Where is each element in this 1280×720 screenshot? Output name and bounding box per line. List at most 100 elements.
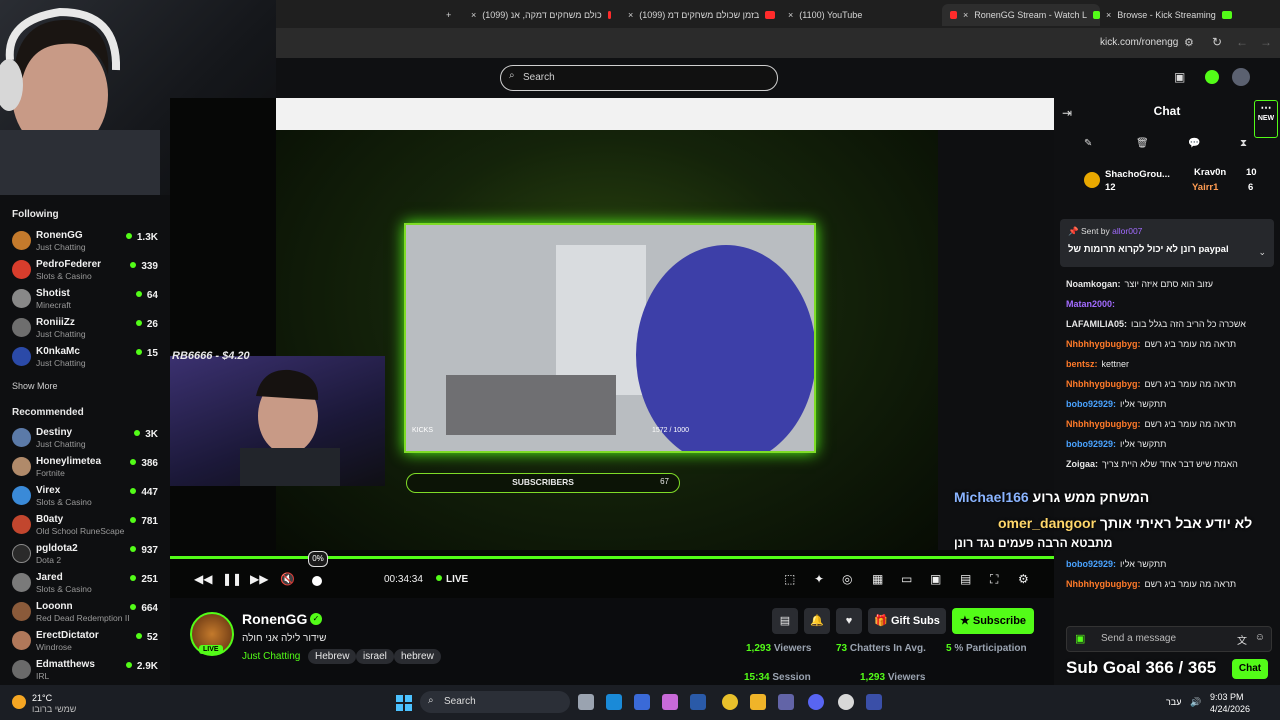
chat-username[interactable]: Nhbhhygbugbyg: bbox=[1066, 419, 1140, 429]
chat-username[interactable]: Zoigaa: bbox=[1066, 459, 1098, 469]
sidebar-item-k0nkamc[interactable]: K0nkaMc Just Chatting 15 bbox=[0, 344, 170, 370]
chat-message[interactable]: Nhbhhygbugbyg: תראה מה עומר ביג רשם bbox=[1066, 419, 1276, 429]
discord-icon[interactable] bbox=[808, 694, 824, 710]
clock-time[interactable]: 9:03 PM bbox=[1210, 692, 1244, 702]
weather-temp[interactable]: 21°C bbox=[32, 693, 52, 703]
sidebar-item-looonn[interactable]: Looonn Red Dead Redemption II 664 bbox=[0, 599, 170, 625]
chat-message[interactable]: LAFAMILIA05: אשכרה כל הריב הזה בגלל בובו bbox=[1066, 319, 1276, 329]
browser-tab-active[interactable]: × RonenGG Stream - Watch L bbox=[942, 4, 1100, 26]
sidebar-item-jared[interactable]: Jared Slots & Casino 251 bbox=[0, 570, 170, 596]
sidebar-item-virex[interactable]: Virex Slots & Casino 447 bbox=[0, 483, 170, 509]
rewind-icon[interactable]: ◀◀ bbox=[194, 572, 212, 586]
chat-username[interactable]: Nhbhhygbugbyg: bbox=[1066, 379, 1140, 389]
back-icon[interactable]: ← bbox=[1236, 35, 1248, 49]
app-icon[interactable] bbox=[690, 694, 706, 710]
weather-icon[interactable] bbox=[12, 695, 26, 709]
show-more-link[interactable]: Show More bbox=[12, 381, 58, 391]
chat-username[interactable]: Nhbhhygbugbyg: bbox=[1066, 339, 1140, 349]
chat-message[interactable]: Noamkogan: עזוב הוא סתם איזה יוצר bbox=[1066, 279, 1276, 289]
task-view-icon[interactable] bbox=[578, 694, 594, 710]
target-icon[interactable]: ◎ bbox=[842, 572, 852, 586]
browser-tab[interactable]: × (1099) בזמן שכולם משחקים דמ bbox=[628, 4, 776, 26]
share-icon[interactable]: ▤ bbox=[772, 608, 798, 634]
subscribe-button[interactable]: ★ Subscribe bbox=[952, 608, 1034, 634]
sidebar-item-edmatthews[interactable]: Edmatthews IRL 2.9K bbox=[0, 657, 170, 683]
pause-icon[interactable]: ❚❚ bbox=[222, 572, 242, 586]
tag-israel[interactable]: israel bbox=[356, 649, 394, 664]
browser-tab[interactable]: × (1099) כולם משחקים דמקה, אנ bbox=[471, 4, 611, 26]
stream-category[interactable]: Just Chatting bbox=[242, 651, 300, 662]
gifter-name[interactable]: ShachoGrou... bbox=[1105, 169, 1170, 180]
teams-icon[interactable] bbox=[778, 694, 794, 710]
new-tab-button[interactable]: + bbox=[446, 4, 451, 26]
fullscreen-icon[interactable]: ⛶ bbox=[990, 572, 998, 587]
chat-menu-button[interactable]: ⋯ NEW bbox=[1254, 100, 1278, 138]
chat-message[interactable]: Nhbhhygbugbyg: תראה מה עומר ביג רשם bbox=[1066, 339, 1276, 349]
user-avatar[interactable] bbox=[1232, 68, 1250, 86]
chat-message[interactable]: bobo92929: תתקשר אליו bbox=[1066, 399, 1276, 409]
browser-tab[interactable]: × (1100) YouTube bbox=[788, 4, 938, 26]
app-icon[interactable] bbox=[866, 694, 882, 710]
chat-username[interactable]: Matan2000: bbox=[1066, 299, 1115, 309]
search-input[interactable]: ⌕ Search bbox=[500, 65, 778, 91]
gifter-name[interactable]: Krav0n bbox=[1194, 167, 1226, 178]
live-indicator[interactable]: LIVE bbox=[436, 574, 468, 585]
address-bar[interactable]: kick.com/ronengg ⚙ ↻ ← → bbox=[276, 28, 1280, 58]
bell-icon[interactable]: 🔔 bbox=[804, 608, 830, 634]
sidebar-item-roniiizz[interactable]: RoniiiZz Just Chatting 26 bbox=[0, 315, 170, 341]
sidebar-item-honeylimetea[interactable]: Honeylimetea Fortnite 386 bbox=[0, 454, 170, 480]
chat-username[interactable]: bentsz: bbox=[1066, 359, 1098, 369]
message-icon[interactable]: 💬 bbox=[1188, 138, 1200, 149]
hourglass-icon[interactable]: ⧗ bbox=[1240, 138, 1247, 149]
mute-icon[interactable]: 🔇 bbox=[280, 572, 295, 586]
clip-icon[interactable]: ⬚ bbox=[784, 572, 795, 586]
emoji-icon[interactable]: ☺ bbox=[1255, 632, 1265, 643]
chat-message-input[interactable]: ▣ Send a message 文 ☺ bbox=[1066, 626, 1272, 652]
app-icon[interactable] bbox=[838, 694, 854, 710]
chevron-down-icon[interactable]: ⌄ bbox=[1258, 247, 1266, 258]
taskbar-search[interactable]: ⌕ Search bbox=[420, 691, 570, 713]
volume-icon[interactable]: 🔊 bbox=[1190, 697, 1201, 708]
chat-username[interactable]: bobo92929: bbox=[1066, 559, 1116, 569]
kick-wallet-icon[interactable] bbox=[1205, 70, 1219, 84]
forward-icon[interactable]: → bbox=[1260, 35, 1272, 49]
copilot-icon[interactable] bbox=[662, 694, 678, 710]
pin-icon[interactable]: ✎ bbox=[1084, 138, 1092, 149]
store-icon[interactable] bbox=[634, 694, 650, 710]
chat-username[interactable]: Noamkogan: bbox=[1066, 279, 1121, 289]
trash-icon[interactable]: 🗑 bbox=[1136, 138, 1149, 149]
tag-hebrew[interactable]: Hebrew bbox=[308, 649, 357, 664]
chat-message[interactable]: bobo92929: תתקשר אליו bbox=[1066, 439, 1276, 449]
sidebar-item-erectdictator[interactable]: ErectDictator Windrose 52 bbox=[0, 628, 170, 654]
chrome-icon[interactable] bbox=[722, 694, 738, 710]
sidebar-item-destiny[interactable]: Destiny Just Chatting 3K bbox=[0, 425, 170, 451]
chat-message[interactable]: Zoigaa: האמת שיש דבר אחד שלא היית צריך bbox=[1066, 459, 1276, 469]
reload-icon[interactable]: ↻ bbox=[1212, 35, 1222, 49]
windows-start-icon[interactable] bbox=[396, 695, 412, 711]
edge-icon[interactable] bbox=[606, 694, 622, 710]
pip-icon[interactable]: ▣ bbox=[930, 572, 941, 586]
gift-subs-button[interactable]: 🎁 Gift Subs bbox=[868, 608, 946, 634]
store-icon[interactable]: ▣ bbox=[1174, 70, 1185, 84]
translate-icon[interactable]: 文 bbox=[1237, 632, 1247, 647]
sidebar-item-pgldota2[interactable]: pgldota2 Dota 2 937 bbox=[0, 541, 170, 567]
url-text[interactable]: kick.com/ronengg bbox=[1100, 37, 1178, 48]
chat-username[interactable]: bobo92929: bbox=[1066, 439, 1116, 449]
video-player[interactable]: KICKS 1572 / 1000 SUBSCRIBERS 67 RB6666 … bbox=[170, 98, 1054, 598]
gift-icon[interactable]: ▣ bbox=[1075, 632, 1085, 645]
clock-date[interactable]: 4/24/2026 bbox=[1210, 704, 1250, 714]
extensions-icon[interactable]: ⚙ bbox=[1184, 36, 1194, 49]
chat-send-button[interactable]: Chat bbox=[1232, 659, 1268, 679]
chat-message[interactable]: Nhbhhygbugbyg: תראה מה עומר ביג רשם bbox=[1066, 579, 1276, 589]
weather-desc[interactable]: שמשי ברובו bbox=[32, 704, 76, 714]
tag-hebrew-lower[interactable]: hebrew bbox=[394, 649, 441, 664]
gifter-name[interactable]: Yairr1 bbox=[1192, 182, 1218, 193]
chat-message[interactable]: bentsz: kettner bbox=[1066, 359, 1276, 369]
sidebar-item-ronengg[interactable]: RonenGG Just Chatting 1.3K bbox=[0, 228, 170, 254]
chat-username[interactable]: bobo92929: bbox=[1066, 399, 1116, 409]
chat-message[interactable]: Matan2000: bbox=[1066, 299, 1276, 309]
forward-icon[interactable]: ▶▶ bbox=[250, 572, 268, 586]
settings-icon[interactable]: ⚙ bbox=[1018, 572, 1029, 586]
chat-username[interactable]: Nhbhhygbugbyg: bbox=[1066, 579, 1140, 589]
chat-message[interactable]: bobo92929: תתקשר אליו bbox=[1066, 559, 1276, 569]
